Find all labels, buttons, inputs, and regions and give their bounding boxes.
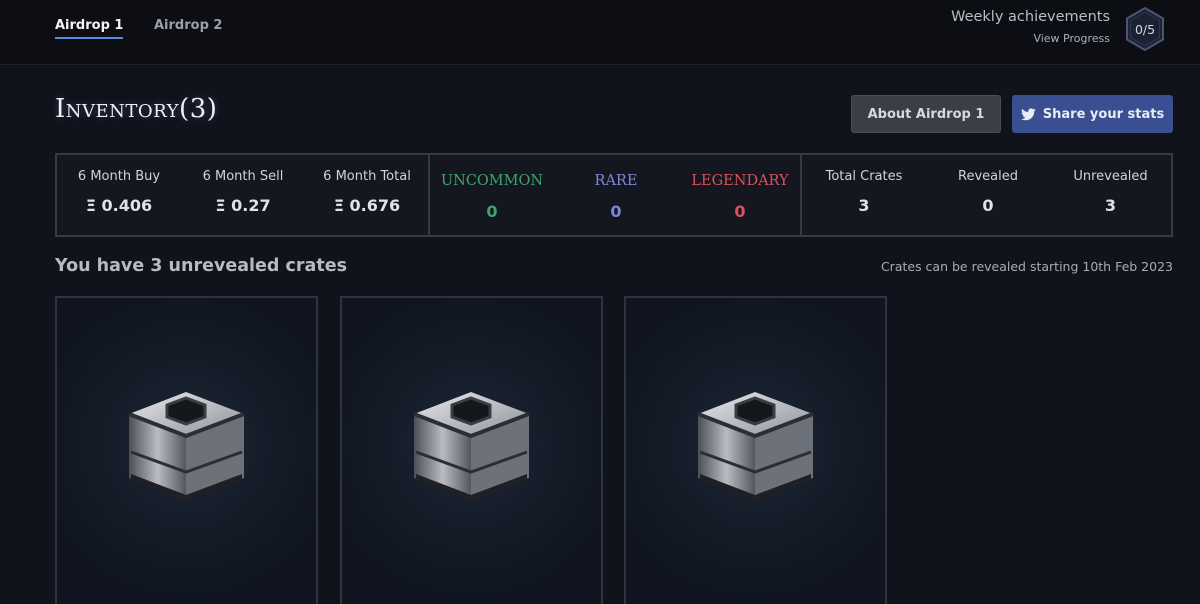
- stat-total-crates: Total Crates 3: [802, 155, 926, 235]
- reveal-date-note: Crates can be revealed starting 10th Feb…: [880, 259, 1173, 274]
- achievements-progress-text: 0/5: [1134, 21, 1156, 37]
- stat-label: 6 Month Sell: [202, 169, 284, 184]
- top-bar: Airdrop 1 Airdrop 2 Weekly achievements …: [0, 0, 1200, 65]
- unrevealed-crates-heading: You have 3 unrevealed crates: [55, 256, 347, 276]
- stat-value: 3: [1104, 196, 1117, 215]
- tab-airdrop-1[interactable]: Airdrop 1: [55, 18, 124, 39]
- stat-label: Revealed: [958, 169, 1018, 184]
- share-stats-label: Share your stats: [1042, 106, 1165, 122]
- stat-unrevealed: Unrevealed 3: [1050, 155, 1171, 235]
- stat-revealed: Revealed 0: [926, 155, 1050, 235]
- stat-value: 0: [982, 196, 994, 215]
- rarity-value: 0: [486, 202, 498, 221]
- stat-label: 6 Month Total: [323, 169, 411, 184]
- weekly-achievements-title: Weekly achievements: [951, 9, 1110, 25]
- tab-airdrop-2[interactable]: Airdrop 2: [154, 18, 222, 33]
- crate-card[interactable]: [55, 296, 318, 604]
- rarity-label: UNCOMMON: [440, 173, 544, 189]
- crate-card[interactable]: [340, 296, 603, 604]
- about-airdrop-button[interactable]: About Airdrop 1: [851, 95, 1001, 133]
- stat-label: Unrevealed: [1073, 169, 1148, 184]
- stat-rare: RARE 0: [554, 155, 678, 235]
- stat-value: Ξ 0.406: [85, 196, 153, 215]
- crate-icon: [128, 392, 245, 502]
- stat-value: Ξ 0.676: [333, 196, 401, 215]
- view-progress-link[interactable]: View Progress: [1033, 32, 1110, 45]
- stat-uncommon: UNCOMMON 0: [430, 155, 554, 235]
- stat-label: Total Crates: [825, 169, 903, 184]
- stat-value: Ξ 0.27: [215, 196, 271, 215]
- twitter-icon: [1020, 107, 1036, 120]
- rarity-value: 0: [610, 202, 622, 221]
- share-stats-button[interactable]: Share your stats: [1012, 95, 1173, 133]
- stat-label: 6 Month Buy: [77, 169, 161, 184]
- stat-6-month-sell: 6 Month Sell Ξ 0.27: [181, 155, 305, 235]
- stat-value: 3: [858, 196, 870, 215]
- rarity-value: 0: [734, 202, 746, 221]
- crate-card[interactable]: [624, 296, 887, 604]
- inventory-title: Inventory(3): [55, 94, 218, 124]
- stat-6-month-total: 6 Month Total Ξ 0.676: [305, 155, 429, 235]
- rarity-label: LEGENDARY: [691, 173, 789, 189]
- rarity-label: RARE: [594, 173, 638, 189]
- crate-icon: [413, 392, 530, 502]
- stats-panel: 6 Month Buy Ξ 0.406 6 Month Sell Ξ 0.27 …: [55, 153, 1173, 237]
- stat-legendary: LEGENDARY 0: [678, 155, 802, 235]
- stat-6-month-buy: 6 Month Buy Ξ 0.406: [57, 155, 181, 235]
- crate-icon: [697, 392, 814, 502]
- achievements-progress-badge[interactable]: 0/5: [1124, 6, 1166, 52]
